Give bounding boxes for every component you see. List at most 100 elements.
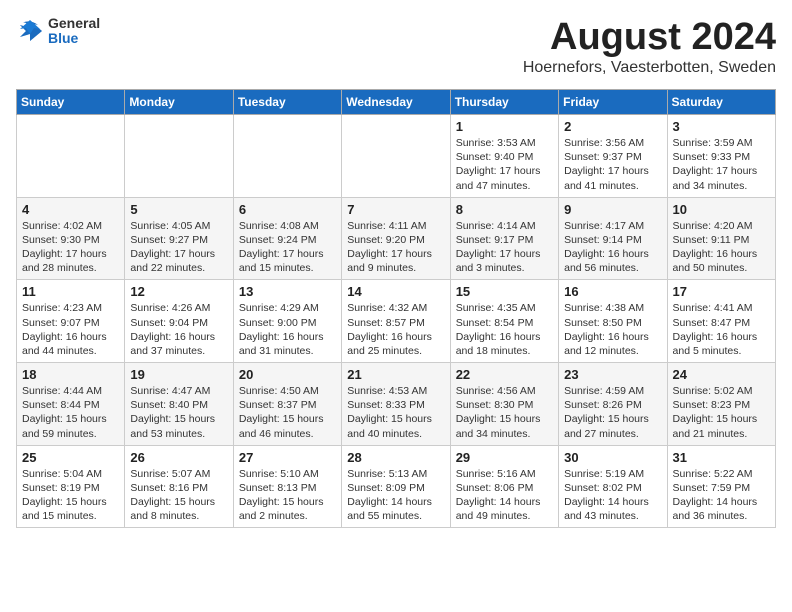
logo-text: General Blue [48, 16, 100, 47]
day-info: Sunrise: 5:10 AM Sunset: 8:13 PM Dayligh… [239, 467, 336, 524]
calendar-cell: 28 Sunrise: 5:13 AM Sunset: 8:09 PM Dayli… [342, 445, 450, 528]
day-info: Sunrise: 4:29 AM Sunset: 9:00 PM Dayligh… [239, 301, 336, 358]
day-info: Sunrise: 4:23 AM Sunset: 9:07 PM Dayligh… [22, 301, 119, 358]
calendar-cell: 27 Sunrise: 5:10 AM Sunset: 8:13 PM Dayli… [233, 445, 341, 528]
day-number: 29 [456, 450, 553, 465]
calendar-cell [125, 115, 233, 198]
calendar-cell: 13 Sunrise: 4:29 AM Sunset: 9:00 PM Dayli… [233, 280, 341, 363]
day-number: 9 [564, 202, 661, 217]
calendar-cell: 2Sunrise: 3:56 AM Sunset: 9:37 PM Daylig… [559, 115, 667, 198]
day-info: Sunrise: 5:16 AM Sunset: 8:06 PM Dayligh… [456, 467, 553, 524]
day-number: 5 [130, 202, 227, 217]
calendar-cell: 1Sunrise: 3:53 AM Sunset: 9:40 PM Daylig… [450, 115, 558, 198]
day-info: Sunrise: 3:53 AM Sunset: 9:40 PM Dayligh… [456, 136, 553, 193]
calendar-cell: 25Sunrise: 5:04 AM Sunset: 8:19 PM Dayli… [17, 445, 125, 528]
day-number: 4 [22, 202, 119, 217]
logo-general: General [48, 16, 100, 31]
calendar-cell: 9 Sunrise: 4:17 AM Sunset: 9:14 PM Daylig… [559, 197, 667, 280]
day-number: 28 [347, 450, 444, 465]
calendar-table: SundayMondayTuesdayWednesdayThursdayFrid… [16, 89, 776, 528]
day-info: Sunrise: 4:26 AM Sunset: 9:04 PM Dayligh… [130, 301, 227, 358]
calendar-cell: 14 Sunrise: 4:32 AM Sunset: 8:57 PM Dayli… [342, 280, 450, 363]
day-info: Sunrise: 4:35 AM Sunset: 8:54 PM Dayligh… [456, 301, 553, 358]
day-info: Sunrise: 4:50 AM Sunset: 8:37 PM Dayligh… [239, 384, 336, 441]
col-header-saturday: Saturday [667, 90, 775, 115]
sub-title: Hoernefors, Vaesterbotten, Sweden [523, 59, 776, 77]
calendar-cell: 23 Sunrise: 4:59 AM Sunset: 8:26 PM Dayli… [559, 363, 667, 446]
calendar-cell: 30Sunrise: 5:19 AM Sunset: 8:02 PM Dayli… [559, 445, 667, 528]
day-info: Sunrise: 4:59 AM Sunset: 8:26 PM Dayligh… [564, 384, 661, 441]
day-info: Sunrise: 4:08 AM Sunset: 9:24 PM Dayligh… [239, 219, 336, 276]
day-info: Sunrise: 4:20 AM Sunset: 9:11 PM Dayligh… [673, 219, 770, 276]
day-number: 16 [564, 284, 661, 299]
day-info: Sunrise: 4:56 AM Sunset: 8:30 PM Dayligh… [456, 384, 553, 441]
day-number: 19 [130, 367, 227, 382]
day-info: Sunrise: 5:04 AM Sunset: 8:19 PM Dayligh… [22, 467, 119, 524]
calendar-cell: 7 Sunrise: 4:11 AM Sunset: 9:20 PM Daylig… [342, 197, 450, 280]
logo: General Blue [16, 16, 100, 47]
calendar-cell: 3 Sunrise: 3:59 AM Sunset: 9:33 PM Daylig… [667, 115, 775, 198]
calendar-cell: 20 Sunrise: 4:50 AM Sunset: 8:37 PM Dayli… [233, 363, 341, 446]
day-info: Sunrise: 4:44 AM Sunset: 8:44 PM Dayligh… [22, 384, 119, 441]
day-number: 31 [673, 450, 770, 465]
day-info: Sunrise: 5:19 AM Sunset: 8:02 PM Dayligh… [564, 467, 661, 524]
col-header-thursday: Thursday [450, 90, 558, 115]
calendar-cell: 26Sunrise: 5:07 AM Sunset: 8:16 PM Dayli… [125, 445, 233, 528]
day-number: 18 [22, 367, 119, 382]
day-number: 6 [239, 202, 336, 217]
calendar-cell: 12 Sunrise: 4:26 AM Sunset: 9:04 PM Dayli… [125, 280, 233, 363]
col-header-tuesday: Tuesday [233, 90, 341, 115]
day-number: 27 [239, 450, 336, 465]
day-info: Sunrise: 4:47 AM Sunset: 8:40 PM Dayligh… [130, 384, 227, 441]
day-number: 10 [673, 202, 770, 217]
day-number: 17 [673, 284, 770, 299]
day-number: 24 [673, 367, 770, 382]
day-number: 26 [130, 450, 227, 465]
calendar-cell: 15 Sunrise: 4:35 AM Sunset: 8:54 PM Dayli… [450, 280, 558, 363]
day-info: Sunrise: 4:11 AM Sunset: 9:20 PM Dayligh… [347, 219, 444, 276]
calendar-cell: 16 Sunrise: 4:38 AM Sunset: 8:50 PM Dayli… [559, 280, 667, 363]
calendar-cell: 21Sunrise: 4:53 AM Sunset: 8:33 PM Dayli… [342, 363, 450, 446]
day-number: 8 [456, 202, 553, 217]
day-info: Sunrise: 5:13 AM Sunset: 8:09 PM Dayligh… [347, 467, 444, 524]
day-number: 7 [347, 202, 444, 217]
calendar-week-0: 1Sunrise: 3:53 AM Sunset: 9:40 PM Daylig… [17, 115, 776, 198]
day-number: 13 [239, 284, 336, 299]
day-info: Sunrise: 4:38 AM Sunset: 8:50 PM Dayligh… [564, 301, 661, 358]
calendar-week-3: 18 Sunrise: 4:44 AM Sunset: 8:44 PM Dayli… [17, 363, 776, 446]
calendar-week-4: 25Sunrise: 5:04 AM Sunset: 8:19 PM Dayli… [17, 445, 776, 528]
calendar-header-row: SundayMondayTuesdayWednesdayThursdayFrid… [17, 90, 776, 115]
day-number: 15 [456, 284, 553, 299]
col-header-sunday: Sunday [17, 90, 125, 115]
day-number: 14 [347, 284, 444, 299]
day-info: Sunrise: 4:53 AM Sunset: 8:33 PM Dayligh… [347, 384, 444, 441]
calendar-cell [342, 115, 450, 198]
calendar-cell: 8 Sunrise: 4:14 AM Sunset: 9:17 PM Daylig… [450, 197, 558, 280]
calendar-cell: 17 Sunrise: 4:41 AM Sunset: 8:47 PM Dayli… [667, 280, 775, 363]
title-block: August 2024 Hoernefors, Vaesterbotten, S… [523, 16, 776, 77]
calendar-week-2: 11Sunrise: 4:23 AM Sunset: 9:07 PM Dayli… [17, 280, 776, 363]
day-info: Sunrise: 4:14 AM Sunset: 9:17 PM Dayligh… [456, 219, 553, 276]
day-info: Sunrise: 4:41 AM Sunset: 8:47 PM Dayligh… [673, 301, 770, 358]
day-number: 23 [564, 367, 661, 382]
calendar-cell: 22 Sunrise: 4:56 AM Sunset: 8:30 PM Dayli… [450, 363, 558, 446]
calendar-cell [17, 115, 125, 198]
day-info: Sunrise: 4:02 AM Sunset: 9:30 PM Dayligh… [22, 219, 119, 276]
calendar-cell: 5Sunrise: 4:05 AM Sunset: 9:27 PM Daylig… [125, 197, 233, 280]
calendar-cell [233, 115, 341, 198]
day-number: 20 [239, 367, 336, 382]
day-number: 12 [130, 284, 227, 299]
day-number: 22 [456, 367, 553, 382]
calendar-week-1: 4 Sunrise: 4:02 AM Sunset: 9:30 PM Daylig… [17, 197, 776, 280]
day-info: Sunrise: 4:17 AM Sunset: 9:14 PM Dayligh… [564, 219, 661, 276]
day-info: Sunrise: 5:02 AM Sunset: 8:23 PM Dayligh… [673, 384, 770, 441]
page-header: General Blue August 2024 Hoernefors, Vae… [16, 16, 776, 77]
calendar-cell: 18 Sunrise: 4:44 AM Sunset: 8:44 PM Dayli… [17, 363, 125, 446]
calendar-cell: 10 Sunrise: 4:20 AM Sunset: 9:11 PM Dayli… [667, 197, 775, 280]
day-number: 3 [673, 119, 770, 134]
day-info: Sunrise: 3:59 AM Sunset: 9:33 PM Dayligh… [673, 136, 770, 193]
calendar-cell: 31Sunrise: 5:22 AM Sunset: 7:59 PM Dayli… [667, 445, 775, 528]
logo-icon [16, 17, 44, 45]
calendar-cell: 29 Sunrise: 5:16 AM Sunset: 8:06 PM Dayli… [450, 445, 558, 528]
day-info: Sunrise: 4:32 AM Sunset: 8:57 PM Dayligh… [347, 301, 444, 358]
